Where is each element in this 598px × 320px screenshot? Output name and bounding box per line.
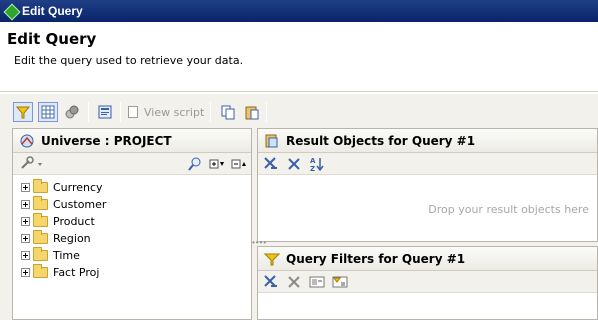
- view-script-label: View script: [144, 105, 205, 119]
- tree-item-label: Time: [53, 249, 80, 262]
- tree-item-label: Fact Proj: [53, 266, 100, 279]
- svg-text:Z: Z: [310, 165, 315, 172]
- expand-all-icon: [209, 159, 224, 169]
- paste-icon: [245, 106, 259, 120]
- dialog-header: Edit Query Edit the query used to retrie…: [0, 22, 598, 92]
- remove-all-filters-button[interactable]: [263, 274, 279, 290]
- result-objects-icon: [264, 133, 280, 149]
- panel-splitter-handle[interactable]: ••••: [252, 239, 282, 247]
- subquery-icon: [332, 276, 348, 288]
- toolbar-separator: [88, 102, 89, 122]
- filter-pane-toggle-button[interactable]: [13, 102, 33, 122]
- folder-icon: [33, 264, 48, 278]
- filter-icon: [16, 106, 30, 119]
- expand-all-button[interactable]: [209, 156, 225, 172]
- tools-icon: [21, 156, 42, 169]
- universe-panel-header: Universe : PROJECT: [13, 129, 251, 153]
- result-objects-header: Result Objects for Query #1: [258, 129, 597, 153]
- tree-item-label: Region: [53, 232, 91, 245]
- collapse-all-icon: [231, 159, 246, 169]
- query-filters-toolbar: [258, 271, 597, 293]
- copy-button[interactable]: [218, 102, 238, 122]
- view-script-icon: [128, 106, 138, 118]
- universe-options-dropdown[interactable]: [19, 156, 45, 172]
- toolbar-separator: [210, 102, 211, 122]
- remove-all-icon: [264, 157, 277, 169]
- result-objects-toolbar: A Z: [258, 153, 597, 175]
- search-button[interactable]: [187, 156, 203, 172]
- expand-toggle-icon[interactable]: [21, 217, 30, 226]
- toolbar-separator: [266, 102, 267, 122]
- page-title: Edit Query: [7, 30, 97, 48]
- result-objects-title: Result Objects for Query #1: [286, 133, 476, 148]
- tree-folder-fact-proj[interactable]: Fact Proj: [13, 264, 251, 281]
- folder-icon: [33, 247, 48, 261]
- expand-toggle-icon[interactable]: [21, 234, 30, 243]
- folder-icon: [33, 179, 48, 193]
- add-filter-icon: [309, 276, 325, 288]
- collapse-all-button[interactable]: [231, 156, 247, 172]
- data-preview-toggle-button[interactable]: [38, 102, 58, 122]
- universe-icon: [19, 133, 35, 149]
- filter-icon: [263, 251, 281, 267]
- sort-az-icon: A Z: [310, 157, 324, 172]
- combined-query-icon: [65, 105, 79, 119]
- window-title: Edit Query: [22, 4, 83, 18]
- tree-folder-product[interactable]: Product: [13, 213, 251, 230]
- remove-all-results-button[interactable]: [263, 156, 279, 172]
- tree-folder-region[interactable]: Region: [13, 230, 251, 247]
- query-panel-area: Universe : PROJECT Currency Customer Pro…: [0, 128, 598, 320]
- sort-button[interactable]: A Z: [309, 156, 325, 172]
- page-description: Edit the query used to retrieve your dat…: [14, 54, 244, 67]
- universe-panel-toolbar: [13, 153, 251, 175]
- query-filters-panel: Query Filters for Query #1: [257, 246, 598, 320]
- query-properties-button[interactable]: [95, 102, 115, 122]
- tree-folder-currency[interactable]: Currency: [13, 179, 251, 196]
- tree-item-label: Currency: [53, 181, 103, 194]
- expand-toggle-icon[interactable]: [21, 183, 30, 192]
- remove-result-button[interactable]: [286, 156, 302, 172]
- combined-query-button[interactable]: [62, 102, 82, 122]
- expand-toggle-icon[interactable]: [21, 268, 30, 277]
- close-icon: [288, 276, 300, 288]
- table-grid-icon: [41, 105, 55, 119]
- universe-tree: Currency Customer Product Region Time Fa…: [13, 175, 251, 319]
- view-script-button[interactable]: View script: [128, 102, 204, 122]
- tree-folder-customer[interactable]: Customer: [13, 196, 251, 213]
- tree-item-label: Product: [53, 215, 95, 228]
- add-subquery-button[interactable]: [332, 274, 348, 290]
- query-filters-title: Query Filters for Query #1: [286, 251, 466, 266]
- expand-toggle-icon[interactable]: [21, 200, 30, 209]
- app-logo-icon: [4, 4, 18, 18]
- remove-all-icon: [264, 275, 277, 287]
- folder-icon: [33, 230, 48, 244]
- paste-button[interactable]: [242, 102, 262, 122]
- window-title-bar[interactable]: Edit Query: [0, 0, 598, 22]
- add-filter-button[interactable]: [309, 274, 325, 290]
- tree-item-label: Customer: [53, 198, 107, 211]
- tree-folder-time[interactable]: Time: [13, 247, 251, 264]
- toolbar-separator: [120, 102, 121, 122]
- universe-panel-title: Universe : PROJECT: [41, 133, 172, 148]
- expand-toggle-icon[interactable]: [21, 251, 30, 260]
- folder-icon: [33, 196, 48, 210]
- query-filters-header: Query Filters for Query #1: [258, 247, 597, 271]
- svg-text:A: A: [310, 157, 316, 165]
- result-drop-hint: Drop your result objects here: [428, 203, 589, 216]
- copy-icon: [221, 105, 235, 120]
- remove-filter-button[interactable]: [286, 274, 302, 290]
- universe-panel: Universe : PROJECT Currency Customer Pro…: [12, 128, 252, 320]
- properties-icon: [98, 105, 112, 119]
- close-icon: [288, 158, 300, 170]
- folder-icon: [33, 213, 48, 227]
- main-toolbar: View script: [0, 93, 598, 128]
- search-icon: [188, 157, 201, 171]
- result-objects-panel: Result Objects for Query #1 A Z Drop you…: [257, 128, 598, 242]
